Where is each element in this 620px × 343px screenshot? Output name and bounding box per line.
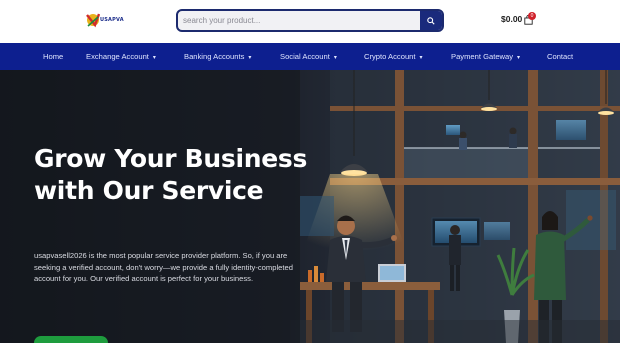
nav-item-banking-accounts[interactable]: Banking Accounts ▾ [184,43,251,70]
hero-title: Grow Your Business with Our Service [34,143,314,207]
nav-label: Crypto Account [364,52,416,61]
search-input[interactable] [178,11,422,30]
hero-title-line-2: with Our Service [34,176,264,205]
nav-item-contact[interactable]: Contact [547,43,573,70]
nav-item-crypto-account[interactable]: Crypto Account ▾ [364,43,423,70]
main-navigation: Home Exchange Account ▾ Banking Accounts ▾… [0,43,620,70]
chevron-down-icon: ▾ [152,55,156,61]
nav-item-payment-gateway[interactable]: Payment Gateway ▾ [451,43,520,70]
chevron-down-icon: ▾ [517,55,521,61]
nav-label: Contact [547,52,574,61]
hero-banner: Grow Your Business with Our Service usap… [0,70,620,343]
search-icon [427,16,435,25]
logo-text: USAPVA [100,17,124,23]
nav-item-social-account[interactable]: Social Account ▾ [280,43,337,70]
hero-cta-button[interactable] [34,336,108,343]
cart-total: $0.00 [501,14,523,24]
site-logo[interactable]: USAPVA [86,10,124,32]
nav-label: Payment Gateway [451,52,514,61]
chevron-down-icon: ▾ [333,55,337,61]
chevron-down-icon: ▾ [419,55,423,61]
logo-mark-icon [86,13,100,28]
nav-label: Home [43,52,64,61]
chevron-down-icon: ▾ [248,55,252,61]
top-header: USAPVA $0.00 0 [0,0,620,43]
nav-label: Exchange Account [86,52,149,61]
page: USAPVA $0.00 0 Home Exchange Ac [0,0,620,343]
nav-item-home[interactable]: Home [43,43,63,70]
cart-count-badge: 0 [528,12,536,20]
search-bar [176,9,444,32]
nav-label: Banking Accounts [184,52,245,61]
cart-widget[interactable]: $0.00 0 [500,12,540,28]
nav-item-exchange-account[interactable]: Exchange Account ▾ [86,43,156,70]
search-button[interactable] [420,11,442,30]
hero-description: usapvasell2026 is the most popular servi… [34,251,293,283]
nav-label: Social Account [280,52,330,61]
hero-title-line-1: Grow Your Business [34,144,308,173]
